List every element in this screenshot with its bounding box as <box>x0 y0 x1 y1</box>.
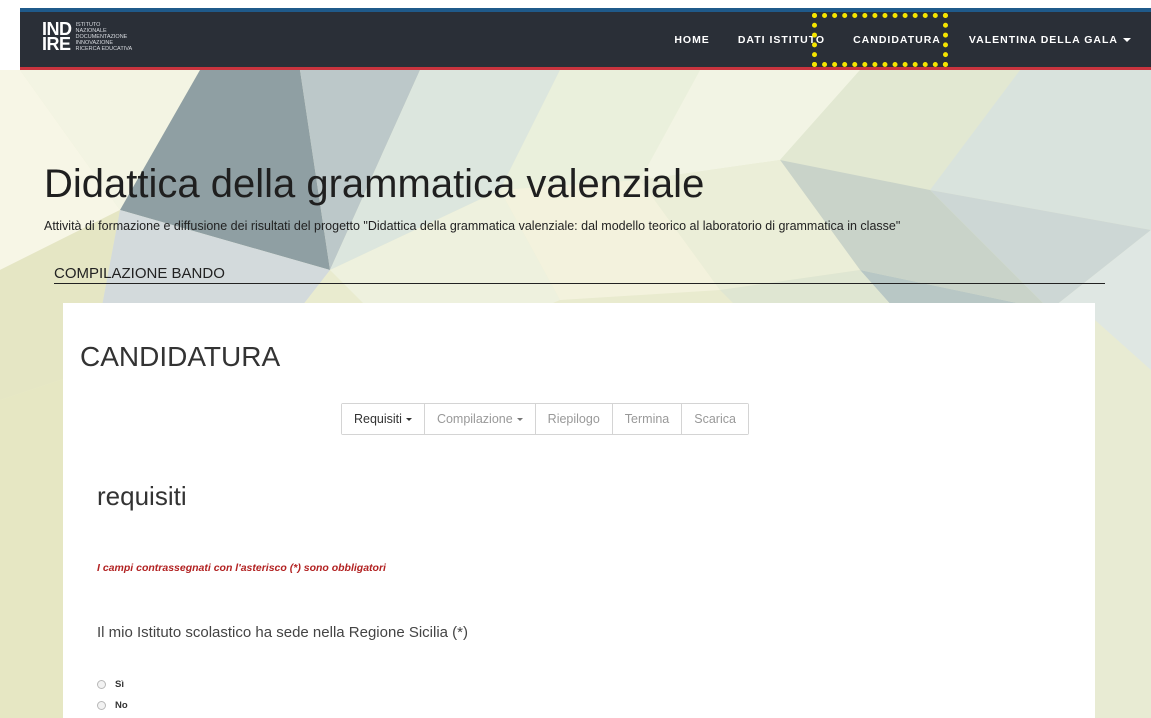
required-fields-note: I campi contrassegnati con l'asterisco (… <box>97 562 386 574</box>
card-title: CANDIDATURA <box>80 341 281 372</box>
nav-item-home[interactable]: HOME <box>660 34 724 46</box>
logo-mark-bottom: IRE <box>42 34 71 54</box>
radio-label-yes: Sì <box>115 679 124 690</box>
section-heading: requisiti <box>97 481 187 511</box>
section-divider <box>54 283 1105 284</box>
step-scarica[interactable]: Scarica <box>681 404 748 434</box>
step-termina[interactable]: Termina <box>611 404 682 434</box>
question-label: Il mio Istituto scolastico ha sede nella… <box>97 624 469 641</box>
step-label: Requisiti <box>354 412 402 426</box>
candidatura-card: CANDIDATURA Requisiti Compilazione Riepi… <box>63 303 1095 718</box>
step-label: Compilazione <box>436 412 513 426</box>
user-name: VALENTINA DELLA GALA <box>968 33 1118 46</box>
radio-label-no: No <box>115 700 128 711</box>
nav-item-candidatura[interactable]: CANDIDATURA <box>839 34 955 46</box>
indire-logo[interactable]: IND IRE ISTITUTO NAZIONALE DOCUMENTAZION… <box>42 20 133 54</box>
logo-text: ISTITUTO NAZIONALE DOCUMENTAZIONE INNOVA… <box>76 22 133 52</box>
page-subtitle: Attività di formazione e diffusione dei … <box>44 219 901 233</box>
section-label: COMPILAZIONE BANDO <box>54 265 225 282</box>
step-requisiti[interactable]: Requisiti <box>342 404 424 434</box>
chevron-down-icon <box>1123 37 1131 42</box>
caret-down-icon <box>516 418 523 422</box>
page-title: Didattica della grammatica valenziale <box>44 162 705 206</box>
logo-text-line: RICERCA EDUCATIVA <box>75 46 133 52</box>
nav-menu: HOME DATI ISTITUTO CANDIDATURA VALENTINA… <box>660 12 1151 67</box>
step-compilazione[interactable]: Compilazione <box>423 404 535 434</box>
logo-mark: IND IRE <box>42 20 72 54</box>
radio-option-no[interactable]: No <box>97 700 128 711</box>
nav-item-user-menu[interactable]: VALENTINA DELLA GALA <box>955 34 1151 46</box>
top-strip <box>0 0 1151 8</box>
radio-option-yes[interactable]: Sì <box>97 679 124 690</box>
nav-item-dati-istituto[interactable]: DATI ISTITUTO <box>724 34 839 46</box>
step-navigation: Requisiti Compilazione Riepilogo Termina… <box>341 403 749 435</box>
step-riepilogo[interactable]: Riepilogo <box>534 404 612 434</box>
radio-button-no[interactable] <box>97 701 106 710</box>
radio-button-yes[interactable] <box>97 680 106 689</box>
caret-down-icon <box>405 418 412 422</box>
top-navbar: IND IRE ISTITUTO NAZIONALE DOCUMENTAZION… <box>20 8 1151 70</box>
